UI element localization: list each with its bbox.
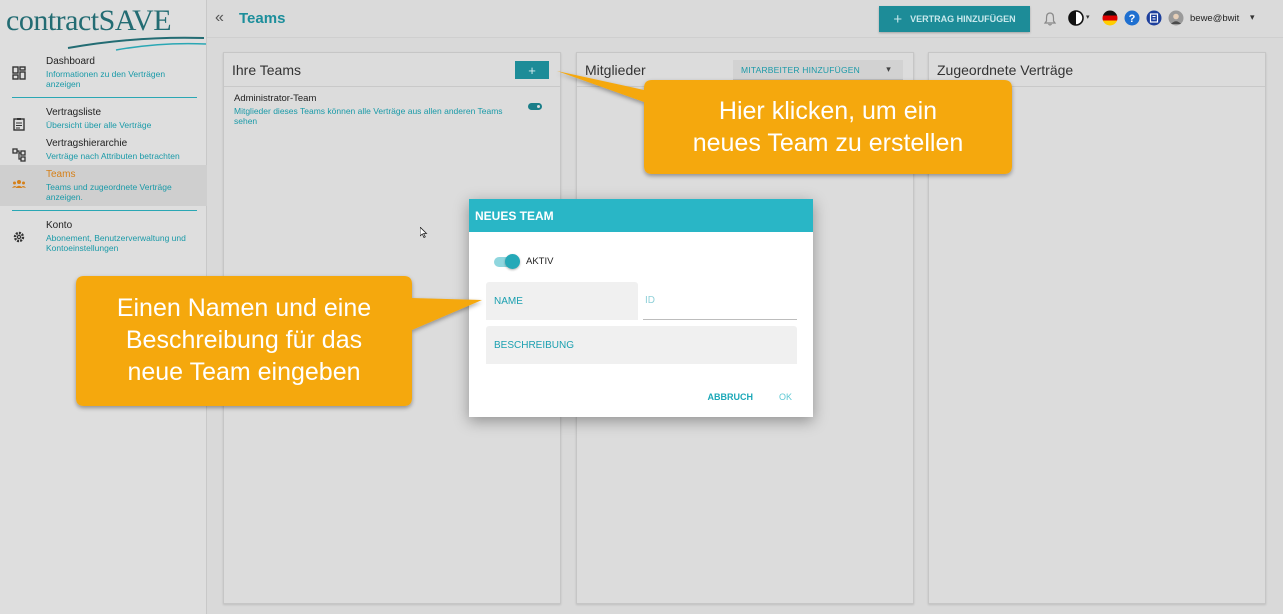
callout-top-text: Hier klicken, um ein neues Team zu erste… <box>644 95 1012 159</box>
callout-line: neues Team zu erstellen <box>692 129 964 157</box>
callout-line: Beschreibung für das <box>125 326 363 354</box>
callout-line: Einen Namen und eine <box>116 294 372 322</box>
callout-line: Hier klicken, um ein <box>718 97 938 125</box>
callout-line: neue Team eingeben <box>127 358 361 386</box>
callout-left-text: Einen Namen und eine Beschreibung für da… <box>76 292 412 388</box>
